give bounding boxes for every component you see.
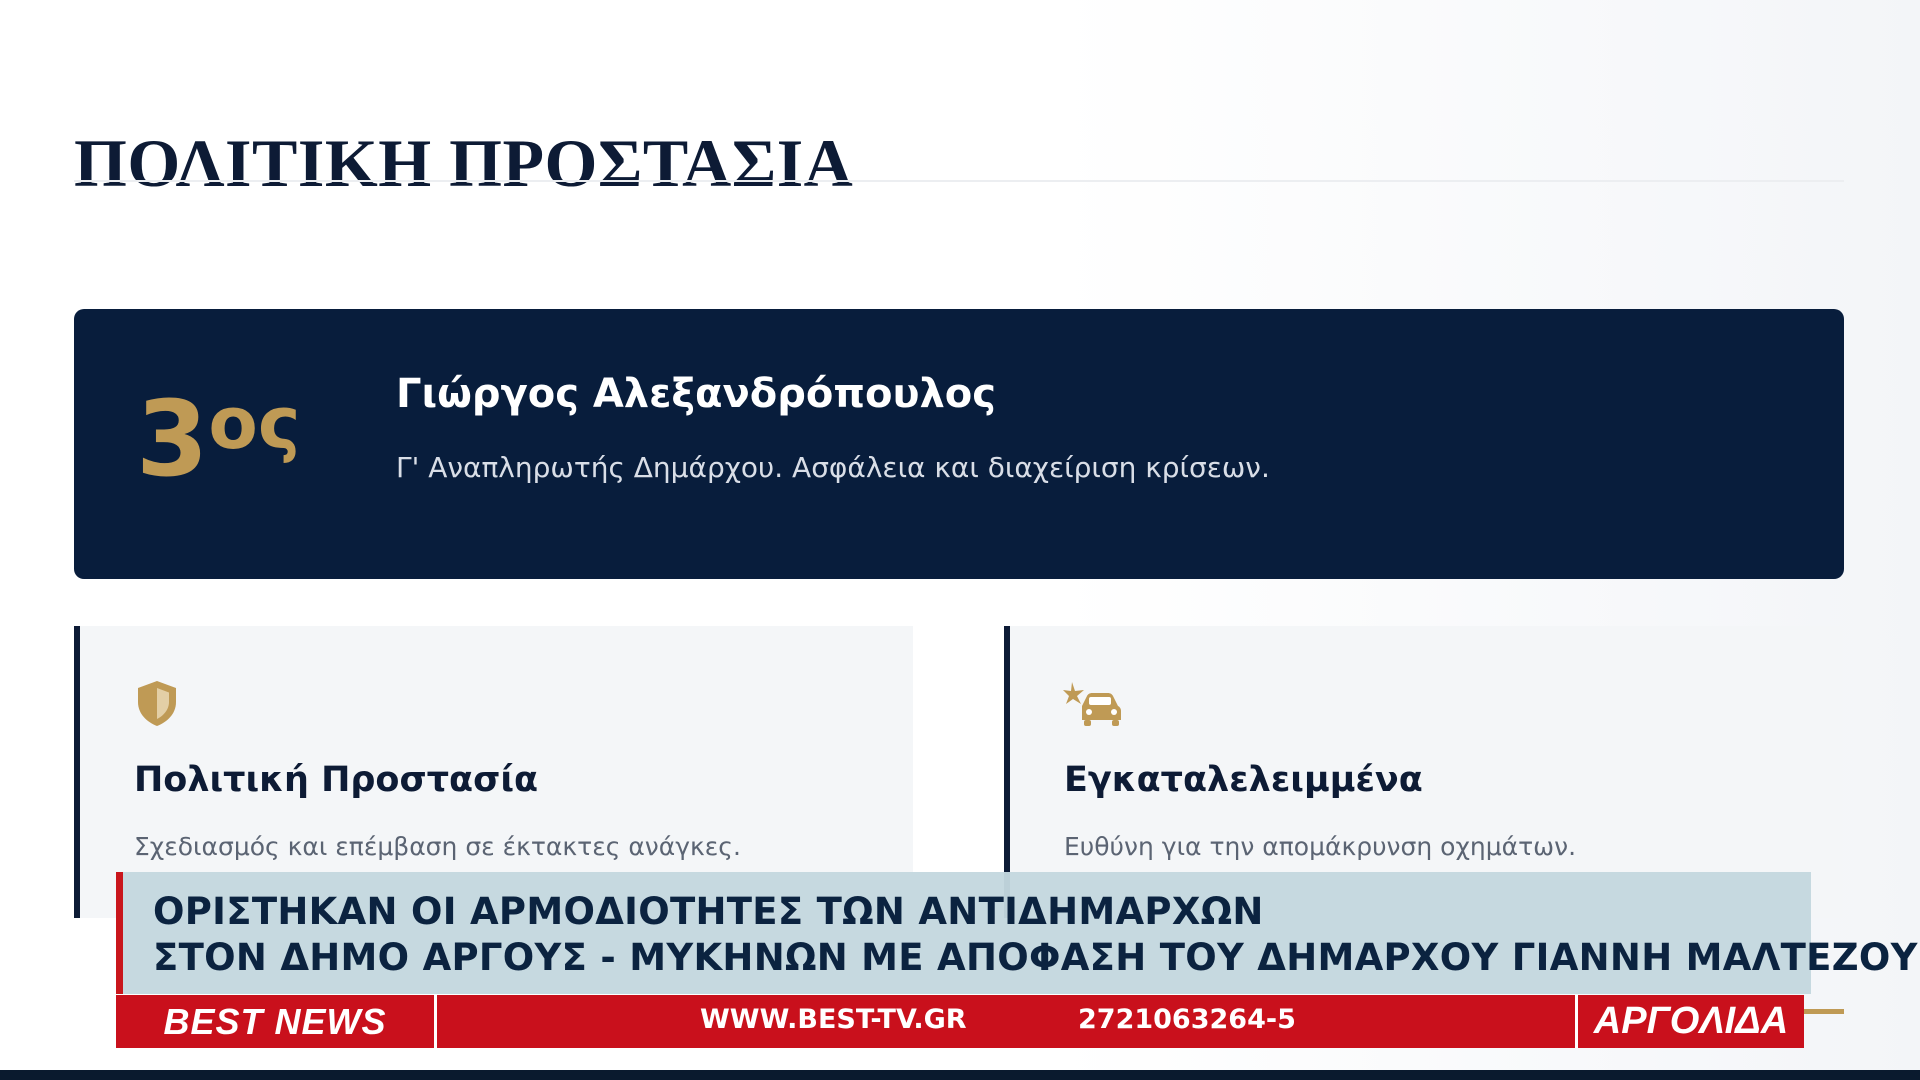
responsibility-title: Πολιτική Προστασία — [134, 760, 539, 800]
responsibility-description: Ευθύνη για την απομάκρυνση οχημάτων. — [1064, 832, 1577, 861]
channel-phone: 2721063264-5 — [1078, 1004, 1296, 1035]
headline-line-1: ΟΡΙΣΤΗΚΑΝ ΟΙ ΑΡΜΟΔΙΟΤΗΤΕΣ ΤΩΝ ΑΝΤΙΔΗΜΑΡΧ… — [153, 890, 1264, 933]
page-title: ΠΟΛΙΤΙΚΗ ΠΡΟΣΤΑΣΙΑ — [74, 124, 854, 201]
region-label: ΑΡΓΟΛΙΔΑ — [1575, 995, 1804, 1048]
channel-website: WWW.BEST-TV.GR — [700, 1004, 967, 1035]
news-ticker-bar: BEST NEWS WWW.BEST-TV.GR 2721063264-5 ΑΡ… — [116, 995, 1804, 1048]
responsibility-description: Σχεδιασμός και επέμβαση σε έκτακτες ανάγ… — [134, 832, 741, 861]
channel-logo: BEST NEWS — [116, 995, 437, 1048]
rank-suffix: ος — [208, 381, 301, 465]
deputy-mayor-card: 3ος Γιώργος Αλεξανδρόπουλος Γ' Αναπληρωτ… — [74, 309, 1844, 579]
shield-icon — [138, 681, 176, 726]
deputy-mayor-role: Γ' Αναπληρωτής Δημάρχου. Ασφάλεια και δι… — [396, 451, 1270, 484]
rank-number: 3 — [136, 378, 209, 500]
car-crash-icon — [1063, 682, 1121, 726]
bottom-strip — [0, 1070, 1920, 1080]
responsibility-title: Εγκαταλελειμμένα — [1064, 760, 1423, 800]
title-divider — [74, 180, 1844, 182]
rank-label: 3ος — [136, 378, 301, 500]
news-headline-box: ΟΡΙΣΤΗΚΑΝ ΟΙ ΑΡΜΟΔΙΟΤΗΤΕΣ ΤΩΝ ΑΝΤΙΔΗΜΑΡΧ… — [116, 872, 1917, 994]
deputy-mayor-name: Γιώργος Αλεξανδρόπουλος — [396, 371, 996, 417]
headline-line-2: ΣΤΟΝ ΔΗΜΟ ΑΡΓΟΥΣ - ΜΥΚΗΝΩΝ ΜΕ ΑΠΟΦΑΣΗ ΤΟ… — [153, 936, 1918, 979]
